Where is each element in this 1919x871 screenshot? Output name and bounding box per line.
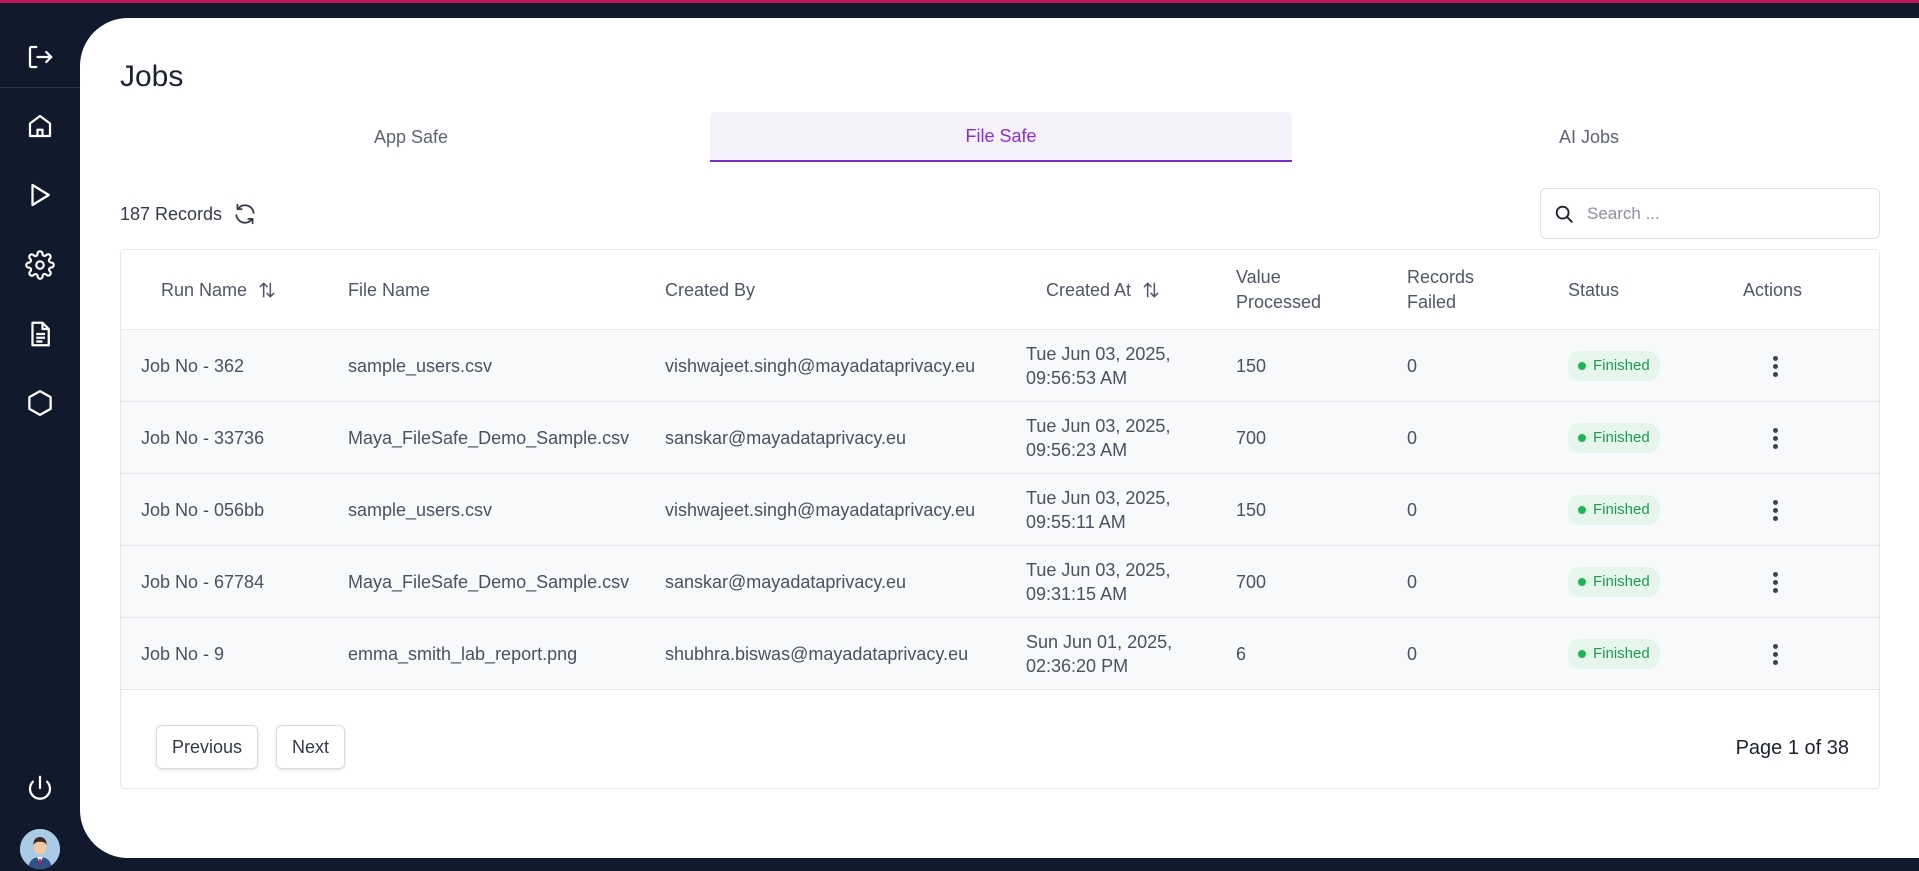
top-accent-bar <box>0 0 1919 3</box>
cell-file-name: sample_users.csv <box>348 500 493 520</box>
main-panel: Jobs App Safe File Safe AI Jobs 187 Reco… <box>80 18 1919 858</box>
sidebar-divider <box>0 87 80 88</box>
cell-records-failed: 0 <box>1407 356 1418 376</box>
power-icon[interactable] <box>20 768 60 808</box>
cell-actions <box>1765 474 1785 546</box>
cell-created-by: sanskar@mayadataprivacy.eu <box>665 572 907 592</box>
next-button[interactable]: Next <box>276 725 346 769</box>
header-status: Status <box>1568 279 1620 300</box>
header-value-processed: Value Processed <box>1236 267 1322 312</box>
status-dot <box>1578 434 1586 442</box>
logout-icon[interactable] <box>20 37 60 77</box>
table-row[interactable]: Job No - 056bb sample_users.csv vishwaje… <box>121 474 1879 546</box>
table-header: Run Name File Name Created By Created At… <box>121 250 1879 330</box>
status-dot <box>1578 578 1586 586</box>
status-dot <box>1578 362 1586 370</box>
more-options-icon[interactable] <box>1765 567 1785 597</box>
cell-status: Finished <box>1568 330 1660 402</box>
cell-run-name: Job No - 67784 <box>141 572 265 592</box>
cell-records-failed: 0 <box>1407 500 1418 520</box>
refresh-icon[interactable] <box>232 201 258 227</box>
cell-file-name: Maya_FileSafe_Demo_Sample.csv <box>348 572 630 592</box>
cell-actions <box>1765 330 1785 402</box>
sort-icon[interactable] <box>257 280 277 300</box>
table-row[interactable]: Job No - 33736 Maya_FileSafe_Demo_Sample… <box>121 402 1879 474</box>
cell-value-processed: 700 <box>1236 572 1267 592</box>
status-dot <box>1578 650 1586 658</box>
cell-value-processed: 150 <box>1236 500 1267 520</box>
sidebar <box>0 3 80 871</box>
header-created-by: Created By <box>665 279 756 300</box>
cell-status: Finished <box>1568 474 1660 546</box>
cell-file-name: Maya_FileSafe_Demo_Sample.csv <box>348 428 630 448</box>
page-title: Jobs <box>120 60 184 93</box>
status-badge: Finished <box>1568 567 1660 597</box>
cell-created-by: shubhra.biswas@mayadataprivacy.eu <box>665 644 969 664</box>
home-icon[interactable] <box>20 106 60 146</box>
cell-file-name: emma_smith_lab_report.png <box>348 644 578 664</box>
sort-icon[interactable] <box>1141 280 1161 300</box>
status-badge: Finished <box>1568 639 1660 669</box>
records-summary: 187 Records <box>120 201 258 227</box>
cell-created-at: Sun Jun 01, 2025, 02:36:20 PM <box>1026 632 1173 676</box>
status-badge: Finished <box>1568 495 1660 525</box>
search-icon <box>1553 203 1575 225</box>
cell-run-name: Job No - 056bb <box>141 500 265 520</box>
cell-created-by: vishwajeet.singh@mayadataprivacy.eu <box>665 500 976 520</box>
page-info: Page 1 of 38 <box>1735 737 1849 759</box>
cell-run-name: Job No - 9 <box>141 644 225 664</box>
cell-created-by: sanskar@mayadataprivacy.eu <box>665 428 907 448</box>
cell-records-failed: 0 <box>1407 644 1418 664</box>
tab-ai-jobs[interactable]: AI Jobs <box>1298 112 1880 162</box>
header-actions: Actions <box>1743 279 1803 300</box>
cell-value-processed: 150 <box>1236 356 1267 376</box>
cell-file-name: sample_users.csv <box>348 356 493 376</box>
cell-value-processed: 6 <box>1236 644 1247 664</box>
cell-created-at: Tue Jun 03, 2025, 09:31:15 AM <box>1026 560 1171 604</box>
table-row[interactable]: Job No - 362 sample_users.csv vishwajeet… <box>121 330 1879 402</box>
tab-app-safe[interactable]: App Safe <box>120 112 702 162</box>
cell-actions <box>1765 546 1785 618</box>
cell-records-failed: 0 <box>1407 572 1418 592</box>
cell-status: Finished <box>1568 402 1660 474</box>
search-box[interactable] <box>1540 188 1880 239</box>
hexagon-icon[interactable] <box>20 383 60 423</box>
cell-created-at: Tue Jun 03, 2025, 09:55:11 AM <box>1026 488 1171 532</box>
header-file-name: File Name <box>348 279 431 300</box>
more-options-icon[interactable] <box>1765 351 1785 381</box>
cell-status: Finished <box>1568 618 1660 690</box>
more-options-icon[interactable] <box>1765 639 1785 669</box>
avatar[interactable] <box>20 829 60 869</box>
job-tabs: App Safe File Safe AI Jobs <box>120 112 1880 162</box>
document-icon[interactable] <box>20 314 60 354</box>
table-row[interactable]: Job No - 67784 Maya_FileSafe_Demo_Sample… <box>121 546 1879 618</box>
pagination: Previous Next Page 1 of 38 <box>121 710 1879 788</box>
cell-created-at: Tue Jun 03, 2025, 09:56:53 AM <box>1026 344 1171 388</box>
cell-created-by: vishwajeet.singh@mayadataprivacy.eu <box>665 356 976 376</box>
records-count: 187 Records <box>120 203 223 224</box>
cell-actions <box>1765 618 1785 690</box>
cell-status: Finished <box>1568 546 1660 618</box>
cell-value-processed: 700 <box>1236 428 1267 448</box>
more-options-icon[interactable] <box>1765 495 1785 525</box>
cell-run-name: Job No - 362 <box>141 356 245 376</box>
header-records-failed: Records Failed <box>1407 267 1475 312</box>
gear-icon[interactable] <box>20 245 60 285</box>
jobs-table: Run Name File Name Created By Created At… <box>120 249 1880 789</box>
previous-button[interactable]: Previous <box>156 725 259 769</box>
table-row[interactable]: Job No - 9 emma_smith_lab_report.png shu… <box>121 618 1879 690</box>
search-input[interactable] <box>1587 203 1857 224</box>
cell-actions <box>1765 402 1785 474</box>
cell-run-name: Job No - 33736 <box>141 428 265 448</box>
status-badge: Finished <box>1568 423 1660 453</box>
cell-created-at: Tue Jun 03, 2025, 09:56:23 AM <box>1026 416 1171 460</box>
cell-records-failed: 0 <box>1407 428 1418 448</box>
header-run-name[interactable]: Run Name <box>161 250 277 330</box>
play-icon[interactable] <box>20 175 60 215</box>
status-dot <box>1578 506 1586 514</box>
status-badge: Finished <box>1568 351 1660 381</box>
header-created-at[interactable]: Created At <box>1046 250 1161 330</box>
tab-file-safe[interactable]: File Safe <box>710 112 1292 162</box>
more-options-icon[interactable] <box>1765 423 1785 453</box>
